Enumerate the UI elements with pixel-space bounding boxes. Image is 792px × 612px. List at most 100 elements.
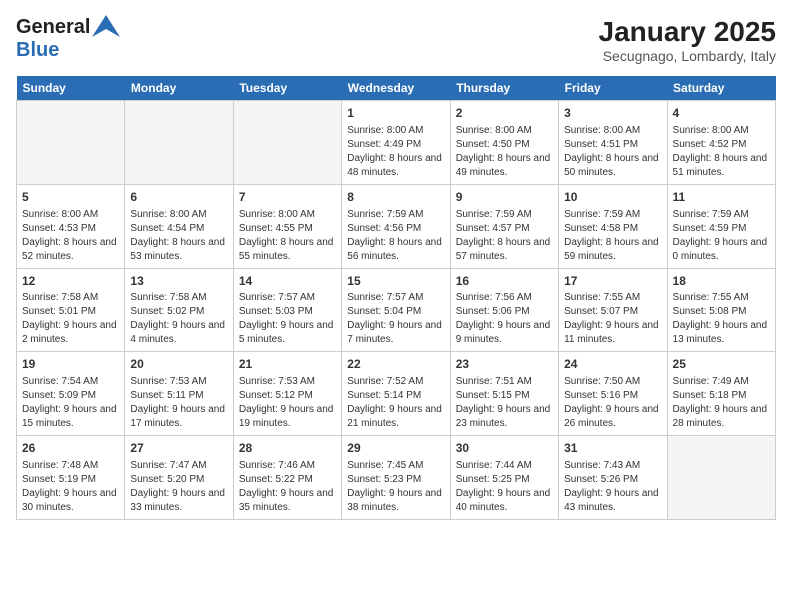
logo-general: General	[16, 16, 90, 39]
day-info: Sunrise: 7:59 AMSunset: 4:56 PMDaylight:…	[347, 208, 444, 264]
day-header-friday: Friday	[559, 76, 667, 101]
day-number: 12	[22, 273, 119, 290]
calendar-cell: 21 Sunrise: 7:53 AMSunset: 5:12 PMDayligh…	[233, 352, 341, 436]
calendar-cell: 14Sunrise: 7:57 AMSunset: 5:03 PMDayligh…	[233, 268, 341, 352]
day-info: Sunrise: 8:00 AMSunset: 4:54 PMDaylight:…	[130, 208, 227, 264]
day-info: Sunrise: 7:58 AMSunset: 5:02 PMDaylight:…	[130, 291, 227, 347]
day-header-monday: Monday	[125, 76, 233, 101]
calendar-cell: 13Sunrise: 7:58 AMSunset: 5:02 PMDayligh…	[125, 268, 233, 352]
calendar-cell: 23Sunrise: 7:51 AMSunset: 5:15 PMDayligh…	[450, 352, 558, 436]
logo-bird-icon	[92, 15, 120, 37]
calendar-cell: 31Sunrise: 7:43 AMSunset: 5:26 PMDayligh…	[559, 436, 667, 520]
day-info: Sunrise: 7:59 AMSunset: 4:59 PMDaylight:…	[673, 208, 770, 264]
calendar-cell: 29Sunrise: 7:45 AMSunset: 5:23 PMDayligh…	[342, 436, 450, 520]
day-info: Sunrise: 8:00 AMSunset: 4:51 PMDaylight:…	[564, 124, 661, 180]
day-header-sunday: Sunday	[17, 76, 125, 101]
calendar-cell: 1 Sunrise: 8:00 AMSunset: 4:49 PMDaylight…	[342, 101, 450, 185]
day-number: 14	[239, 273, 336, 290]
day-number: 13	[130, 273, 227, 290]
day-number: 16	[456, 273, 553, 290]
calendar-cell: 4Sunrise: 8:00 AMSunset: 4:52 PMDaylight…	[667, 101, 775, 185]
day-info: Sunrise: 8:00 AMSunset: 4:52 PMDaylight:…	[673, 124, 770, 180]
calendar-cell: 12Sunrise: 7:58 AMSunset: 5:01 PMDayligh…	[17, 268, 125, 352]
day-info: Sunrise: 7:57 AMSunset: 5:04 PMDaylight:…	[347, 291, 444, 347]
calendar-cell: 24 Sunrise: 7:50 AMSunset: 5:16 PMDayligh…	[559, 352, 667, 436]
day-number: 1	[347, 105, 444, 122]
day-number: 22	[347, 356, 444, 373]
day-info: Sunrise: 7:58 AMSunset: 5:01 PMDaylight:…	[22, 291, 119, 347]
calendar-table: SundayMondayTuesdayWednesdayThursdayFrid…	[16, 76, 776, 520]
day-info: Sunrise: 7:55 AMSunset: 5:07 PMDaylight:…	[564, 291, 661, 347]
day-info: Sunrise: 7:53 AMSunset: 5:12 PMDaylight:…	[239, 375, 336, 431]
calendar-cell: 20 Sunrise: 7:53 AMSunset: 5:11 PMDayligh…	[125, 352, 233, 436]
day-number: 20	[130, 356, 227, 373]
day-number: 27	[130, 440, 227, 457]
calendar-cell: 18Sunrise: 7:55 AMSunset: 5:08 PMDayligh…	[667, 268, 775, 352]
day-number: 5	[22, 189, 119, 206]
day-number: 10	[564, 189, 661, 206]
calendar-cell	[17, 101, 125, 185]
calendar-cell: 22 Sunrise: 7:52 AMSunset: 5:14 PMDayligh…	[342, 352, 450, 436]
page-header: General Blue January 2025 Secugnago, Lom…	[16, 16, 776, 64]
calendar-cell: 2Sunrise: 8:00 AMSunset: 4:50 PMDaylight…	[450, 101, 558, 185]
day-header-tuesday: Tuesday	[233, 76, 341, 101]
day-info: Sunrise: 7:59 AMSunset: 4:58 PMDaylight:…	[564, 208, 661, 264]
calendar-cell: 27 Sunrise: 7:47 AMSunset: 5:20 PMDayligh…	[125, 436, 233, 520]
day-number: 30	[456, 440, 553, 457]
logo-blue: Blue	[16, 39, 120, 62]
day-number: 28	[239, 440, 336, 457]
week-row-2: 5Sunrise: 8:00 AMSunset: 4:53 PMDaylight…	[17, 184, 776, 268]
day-info: Sunrise: 7:52 AMSunset: 5:14 PMDaylight:…	[347, 375, 444, 431]
location-title: Secugnago, Lombardy, Italy	[599, 48, 776, 64]
calendar-cell: 30 Sunrise: 7:44 AMSunset: 5:25 PMDayligh…	[450, 436, 558, 520]
day-header-thursday: Thursday	[450, 76, 558, 101]
day-number: 29	[347, 440, 444, 457]
calendar-cell: 28 Sunrise: 7:46 AMSunset: 5:22 PMDayligh…	[233, 436, 341, 520]
title-block: January 2025 Secugnago, Lombardy, Italy	[599, 16, 776, 64]
day-info: Sunrise: 7:46 AMSunset: 5:22 PMDaylight:…	[239, 459, 336, 515]
calendar-cell: 9Sunrise: 7:59 AMSunset: 4:57 PMDaylight…	[450, 184, 558, 268]
calendar-cell: 6 Sunrise: 8:00 AMSunset: 4:54 PMDaylight…	[125, 184, 233, 268]
day-info: Sunrise: 7:47 AMSunset: 5:20 PMDaylight:…	[130, 459, 227, 515]
day-number: 7	[239, 189, 336, 206]
day-number: 3	[564, 105, 661, 122]
calendar-cell	[667, 436, 775, 520]
day-info: Sunrise: 7:50 AMSunset: 5:16 PMDaylight:…	[564, 375, 661, 431]
day-info: Sunrise: 8:00 AMSunset: 4:55 PMDaylight:…	[239, 208, 336, 264]
day-number: 8	[347, 189, 444, 206]
day-number: 9	[456, 189, 553, 206]
week-row-5: 26Sunrise: 7:48 AMSunset: 5:19 PMDayligh…	[17, 436, 776, 520]
day-number: 15	[347, 273, 444, 290]
logo-name: General Blue	[16, 16, 120, 62]
calendar-cell: 3 Sunrise: 8:00 AMSunset: 4:51 PMDaylight…	[559, 101, 667, 185]
day-number: 17	[564, 273, 661, 290]
day-info: Sunrise: 7:53 AMSunset: 5:11 PMDaylight:…	[130, 375, 227, 431]
day-info: Sunrise: 7:48 AMSunset: 5:19 PMDaylight:…	[22, 459, 119, 515]
day-number: 11	[673, 189, 770, 206]
day-number: 6	[130, 189, 227, 206]
month-title: January 2025	[599, 16, 776, 48]
day-number: 21	[239, 356, 336, 373]
calendar-cell: 15Sunrise: 7:57 AMSunset: 5:04 PMDayligh…	[342, 268, 450, 352]
calendar-cell	[125, 101, 233, 185]
day-info: Sunrise: 7:49 AMSunset: 5:18 PMDaylight:…	[673, 375, 770, 431]
day-header-row: SundayMondayTuesdayWednesdayThursdayFrid…	[17, 76, 776, 101]
day-info: Sunrise: 7:54 AMSunset: 5:09 PMDaylight:…	[22, 375, 119, 431]
day-info: Sunrise: 7:56 AMSunset: 5:06 PMDaylight:…	[456, 291, 553, 347]
calendar-cell: 26Sunrise: 7:48 AMSunset: 5:19 PMDayligh…	[17, 436, 125, 520]
calendar-cell: 17Sunrise: 7:55 AMSunset: 5:07 PMDayligh…	[559, 268, 667, 352]
calendar-cell: 10 Sunrise: 7:59 AMSunset: 4:58 PMDayligh…	[559, 184, 667, 268]
day-info: Sunrise: 7:44 AMSunset: 5:25 PMDaylight:…	[456, 459, 553, 515]
day-number: 24	[564, 356, 661, 373]
day-info: Sunrise: 7:57 AMSunset: 5:03 PMDaylight:…	[239, 291, 336, 347]
day-number: 25	[673, 356, 770, 373]
day-info: Sunrise: 7:55 AMSunset: 5:08 PMDaylight:…	[673, 291, 770, 347]
calendar-cell: 8 Sunrise: 7:59 AMSunset: 4:56 PMDaylight…	[342, 184, 450, 268]
day-number: 23	[456, 356, 553, 373]
day-number: 19	[22, 356, 119, 373]
calendar-cell: 16Sunrise: 7:56 AMSunset: 5:06 PMDayligh…	[450, 268, 558, 352]
day-info: Sunrise: 8:00 AMSunset: 4:49 PMDaylight:…	[347, 124, 444, 180]
calendar-cell: 11 Sunrise: 7:59 AMSunset: 4:59 PMDayligh…	[667, 184, 775, 268]
day-info: Sunrise: 8:00 AMSunset: 4:50 PMDaylight:…	[456, 124, 553, 180]
week-row-3: 12Sunrise: 7:58 AMSunset: 5:01 PMDayligh…	[17, 268, 776, 352]
